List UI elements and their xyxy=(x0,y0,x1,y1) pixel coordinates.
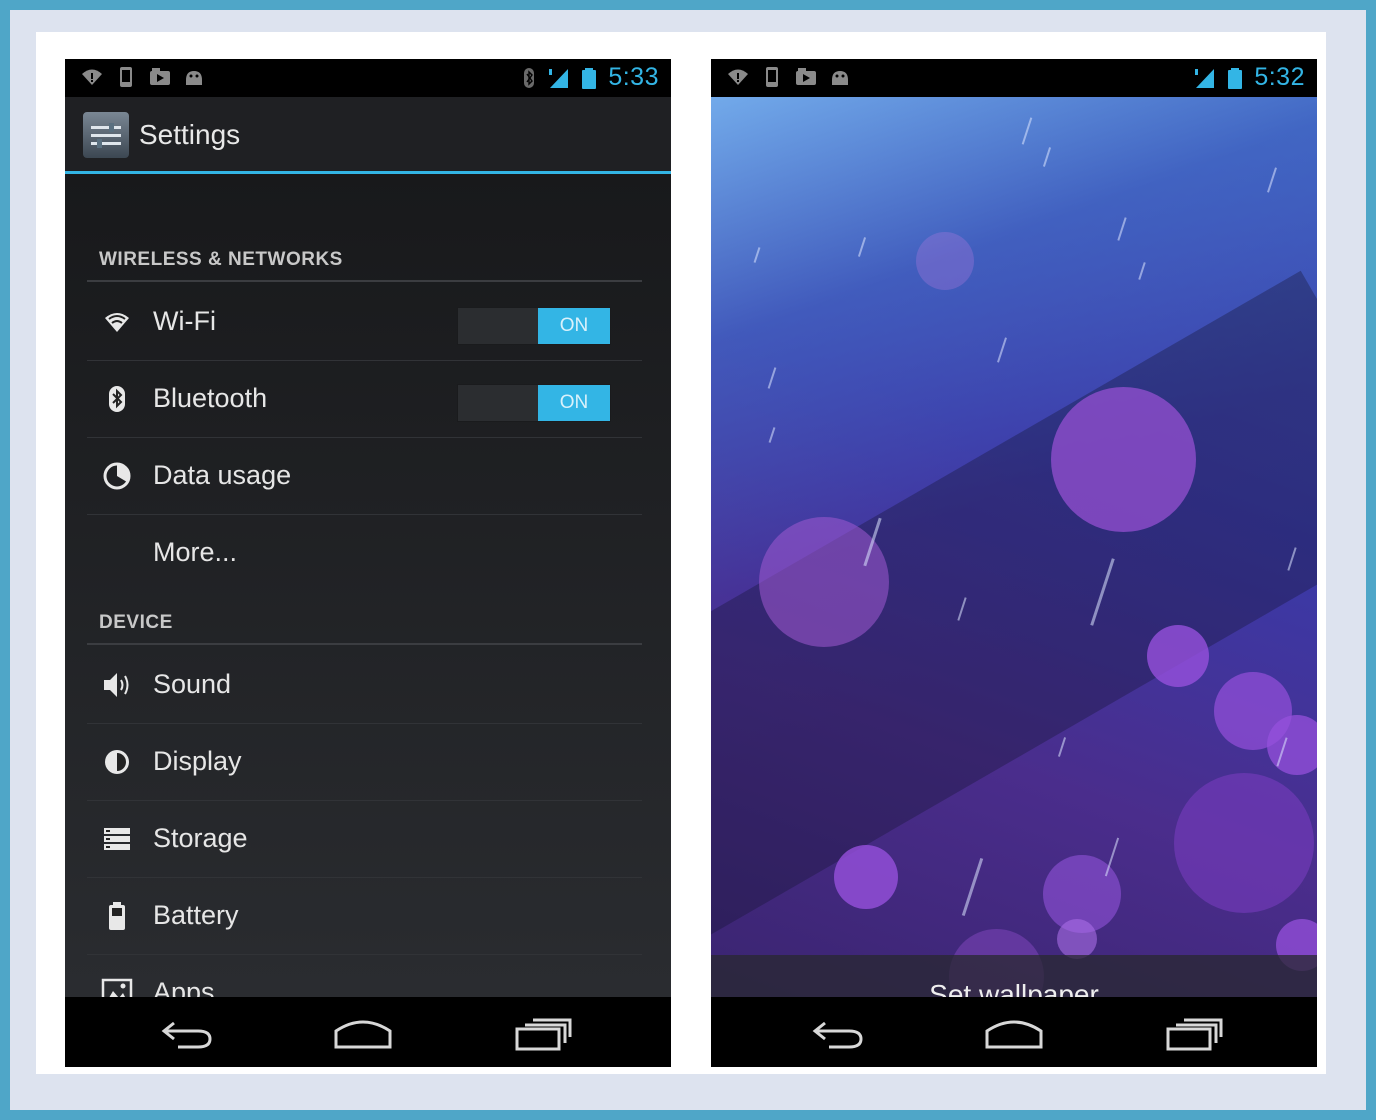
settings-item-label: More... xyxy=(153,537,238,567)
wallpaper-phone-screen: 5:32 Set wallpaper xyxy=(711,59,1317,1067)
rain-streak xyxy=(767,367,777,389)
rain-streak xyxy=(1267,167,1277,193)
settings-item-data-usage[interactable]: Data usage xyxy=(87,438,642,515)
signal-icon xyxy=(549,68,569,88)
settings-list: WIRELESS & NETWORKS Wi-Fi ON Bluetooth O… xyxy=(65,174,671,1008)
settings-item-label: Sound xyxy=(153,669,232,699)
status-bar: 5:33 xyxy=(65,59,671,97)
video-icon xyxy=(150,68,170,85)
bokeh-circle xyxy=(1174,773,1314,913)
bluetooth-icon xyxy=(524,67,535,88)
storage-icon xyxy=(104,828,130,850)
rain-streak xyxy=(1138,262,1146,280)
bluetooth-toggle[interactable]: ON xyxy=(457,384,611,422)
rain-streak xyxy=(997,337,1007,363)
signal-icon xyxy=(1195,68,1215,88)
battery-icon xyxy=(109,902,125,930)
wifi-toggle[interactable]: ON xyxy=(457,307,611,345)
toggle-on-label: ON xyxy=(538,385,610,421)
rain-streak xyxy=(961,858,984,916)
android-icon xyxy=(832,71,848,85)
settings-item-label: Storage xyxy=(153,823,248,853)
video-icon xyxy=(796,68,816,85)
home-icon[interactable] xyxy=(333,1015,393,1051)
section-header-wireless: WIRELESS & NETWORKS xyxy=(99,249,343,270)
back-icon[interactable] xyxy=(809,1015,869,1051)
back-icon[interactable] xyxy=(158,1015,218,1051)
settings-item-label: Display xyxy=(153,746,242,776)
bokeh-circle xyxy=(916,232,974,290)
page-title: Settings xyxy=(139,119,241,150)
navigation-bar xyxy=(65,997,671,1067)
display-brightness-icon xyxy=(105,750,129,774)
settings-item-wifi[interactable]: Wi-Fi ON xyxy=(87,284,642,361)
settings-item-more[interactable]: More... xyxy=(87,515,642,591)
rain-streak xyxy=(753,247,761,263)
android-icon xyxy=(186,71,202,85)
rain-streak xyxy=(1021,117,1033,145)
rain-streak xyxy=(1042,147,1052,167)
wifi-alert-icon xyxy=(728,69,748,85)
set-wallpaper-label: Set wallpaper xyxy=(929,979,1099,997)
status-bar: 5:32 xyxy=(711,59,1317,97)
status-clock: 5:32 xyxy=(1254,63,1305,91)
bluetooth-icon xyxy=(109,386,125,412)
bokeh-circle xyxy=(834,845,898,909)
bokeh-circle xyxy=(1057,919,1097,959)
bokeh-circle xyxy=(1147,625,1209,687)
settings-item-label: Bluetooth xyxy=(153,383,268,413)
rain-streak xyxy=(1057,737,1067,757)
recent-apps-icon[interactable] xyxy=(513,1015,573,1051)
bokeh-circle xyxy=(1267,715,1317,775)
rain-streak xyxy=(768,427,776,443)
section-header-device: DEVICE xyxy=(99,612,173,633)
settings-phone-screen: 5:33 Settings WIRELESS & NETWORKS Wi-Fi … xyxy=(65,59,671,1067)
wifi-icon xyxy=(105,313,129,332)
rain-streak xyxy=(857,237,867,257)
status-clock: 5:33 xyxy=(608,63,659,91)
settings-item-bluetooth[interactable]: Bluetooth ON xyxy=(87,361,642,438)
action-bar: Settings xyxy=(65,97,671,174)
battery-icon xyxy=(582,67,597,89)
wifi-alert-icon xyxy=(82,69,102,85)
navigation-bar xyxy=(711,997,1317,1067)
phone-icon xyxy=(766,67,778,87)
battery-icon xyxy=(1228,67,1243,89)
section-divider xyxy=(87,280,642,282)
settings-item-sound[interactable]: Sound xyxy=(87,647,642,724)
phone-icon xyxy=(120,67,132,87)
settings-item-storage[interactable]: Storage xyxy=(87,801,642,878)
settings-app-icon[interactable] xyxy=(83,112,129,158)
settings-item-label: Wi-Fi xyxy=(153,306,216,336)
bokeh-circle xyxy=(1051,387,1196,532)
set-wallpaper-button[interactable]: Set wallpaper xyxy=(711,955,1317,997)
rain-streak xyxy=(1117,217,1127,241)
settings-item-display[interactable]: Display xyxy=(87,724,642,801)
bokeh-circle xyxy=(759,517,889,647)
section-divider xyxy=(87,643,642,645)
settings-item-label: Battery xyxy=(153,900,239,930)
recent-apps-icon[interactable] xyxy=(1164,1015,1224,1051)
speaker-icon xyxy=(104,673,129,697)
settings-item-label: Data usage xyxy=(153,460,292,490)
live-wallpaper-preview[interactable]: Set wallpaper xyxy=(711,97,1317,997)
home-icon[interactable] xyxy=(984,1015,1044,1051)
settings-item-battery[interactable]: Battery xyxy=(87,878,642,955)
data-usage-icon xyxy=(103,462,131,490)
toggle-on-label: ON xyxy=(538,308,610,344)
